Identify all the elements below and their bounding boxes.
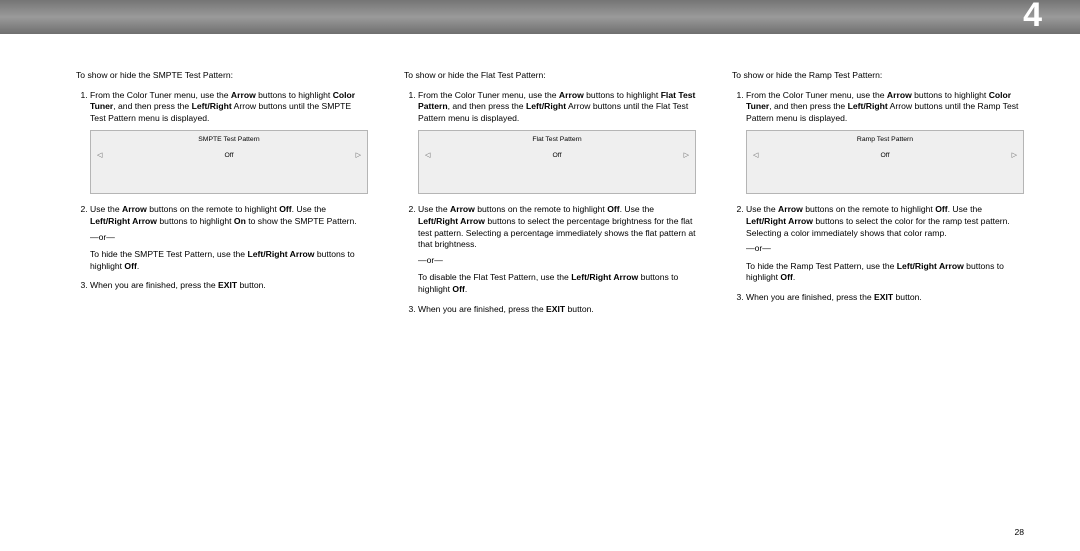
t: , and then press the bbox=[769, 101, 847, 111]
t: Off bbox=[780, 272, 792, 282]
alt-instruction: To hide the SMPTE Test Pattern, use the … bbox=[90, 249, 368, 272]
chevron-left-icon[interactable]: ◁ bbox=[425, 151, 430, 160]
header-bar: 4 bbox=[0, 0, 1080, 34]
t: button. bbox=[565, 304, 594, 314]
t: EXIT bbox=[874, 292, 893, 302]
t: Left/Right Arrow bbox=[247, 249, 314, 259]
intro-text: To show or hide the Ramp Test Pattern: bbox=[732, 70, 1024, 82]
step-2: Use the Arrow buttons on the remote to h… bbox=[418, 204, 696, 295]
chevron-left-icon[interactable]: ◁ bbox=[753, 151, 758, 160]
t: Off bbox=[279, 204, 291, 214]
chevron-left-icon[interactable]: ◁ bbox=[97, 151, 102, 160]
t: . Use the bbox=[948, 204, 982, 214]
step-3: When you are finished, press the EXIT bu… bbox=[418, 304, 696, 316]
t: From the Color Tuner menu, use the bbox=[418, 90, 559, 100]
t: buttons to highlight bbox=[157, 216, 234, 226]
step-2: Use the Arrow buttons on the remote to h… bbox=[746, 204, 1024, 284]
alt-instruction: To hide the Ramp Test Pattern, use the L… bbox=[746, 261, 1024, 284]
t: Arrow bbox=[778, 204, 803, 214]
chevron-right-icon[interactable]: ▷ bbox=[356, 151, 361, 160]
step-1: From the Color Tuner menu, use the Arrow… bbox=[746, 90, 1024, 195]
t: . Use the bbox=[620, 204, 654, 214]
or-separator: —or— bbox=[90, 232, 368, 244]
t: . bbox=[137, 261, 139, 271]
column-ramp: To show or hide the Ramp Test Pattern: F… bbox=[732, 70, 1024, 321]
t: Off bbox=[607, 204, 619, 214]
menu-title: Flat Test Pattern bbox=[532, 135, 581, 144]
t: Left/Right Arrow bbox=[897, 261, 964, 271]
menu-value: Off bbox=[553, 151, 562, 160]
step-2: Use the Arrow buttons on the remote to h… bbox=[90, 204, 368, 272]
t: button. bbox=[237, 280, 266, 290]
step-3: When you are finished, press the EXIT bu… bbox=[90, 280, 368, 292]
t: To disable the Flat Test Pattern, use th… bbox=[418, 272, 571, 282]
t: Off bbox=[124, 261, 136, 271]
step-1: From the Color Tuner menu, use the Arrow… bbox=[418, 90, 696, 195]
t: buttons on the remote to highlight bbox=[803, 204, 935, 214]
menu-preview-smpte: SMPTE Test Pattern ◁ ▷ Off bbox=[90, 130, 368, 194]
menu-title: SMPTE Test Pattern bbox=[198, 135, 259, 144]
t: , and then press the bbox=[113, 101, 191, 111]
page-number: 28 bbox=[1014, 527, 1024, 537]
t: , and then press the bbox=[448, 101, 526, 111]
t: Off bbox=[935, 204, 947, 214]
menu-value: Off bbox=[881, 151, 890, 160]
t: buttons to highlight bbox=[584, 90, 661, 100]
alt-instruction: To disable the Flat Test Pattern, use th… bbox=[418, 272, 696, 295]
t: When you are finished, press the bbox=[746, 292, 874, 302]
page-body: To show or hide the SMPTE Test Pattern: … bbox=[0, 34, 1080, 321]
t: . bbox=[465, 284, 467, 294]
chevron-right-icon[interactable]: ▷ bbox=[684, 151, 689, 160]
t: Off bbox=[452, 284, 464, 294]
section-number: 4 bbox=[1023, 0, 1042, 35]
t: Use the bbox=[90, 204, 122, 214]
t: . bbox=[793, 272, 795, 282]
t: EXIT bbox=[218, 280, 237, 290]
t: Arrow bbox=[559, 90, 584, 100]
intro-text: To show or hide the Flat Test Pattern: bbox=[404, 70, 696, 82]
column-flat: To show or hide the Flat Test Pattern: F… bbox=[404, 70, 696, 321]
chevron-right-icon[interactable]: ▷ bbox=[1012, 151, 1017, 160]
menu-preview-flat: Flat Test Pattern ◁ ▷ Off bbox=[418, 130, 696, 194]
t: Arrow bbox=[450, 204, 475, 214]
t: buttons on the remote to highlight bbox=[147, 204, 279, 214]
t: buttons on the remote to highlight bbox=[475, 204, 607, 214]
intro-text: To show or hide the SMPTE Test Pattern: bbox=[76, 70, 368, 82]
t: From the Color Tuner menu, use the bbox=[746, 90, 887, 100]
t: When you are finished, press the bbox=[418, 304, 546, 314]
column-smpte: To show or hide the SMPTE Test Pattern: … bbox=[76, 70, 368, 321]
t: When you are finished, press the bbox=[90, 280, 218, 290]
t: EXIT bbox=[546, 304, 565, 314]
t: . Use the bbox=[292, 204, 326, 214]
t: Left/Right bbox=[848, 101, 888, 111]
step-3: When you are finished, press the EXIT bu… bbox=[746, 292, 1024, 304]
menu-title: Ramp Test Pattern bbox=[857, 135, 913, 144]
t: Left/Right Arrow bbox=[571, 272, 638, 282]
t: To hide the SMPTE Test Pattern, use the bbox=[90, 249, 247, 259]
menu-value: Off bbox=[225, 151, 234, 160]
t: buttons to highlight bbox=[912, 90, 989, 100]
t: Left/Right bbox=[192, 101, 232, 111]
t: Arrow bbox=[122, 204, 147, 214]
t: Use the bbox=[418, 204, 450, 214]
t: Arrow bbox=[231, 90, 256, 100]
t: From the Color Tuner menu, use the bbox=[90, 90, 231, 100]
t: To hide the Ramp Test Pattern, use the bbox=[746, 261, 897, 271]
t: to show the SMPTE Pattern. bbox=[246, 216, 357, 226]
t: Left/Right Arrow bbox=[418, 216, 485, 226]
t: Left/Right Arrow bbox=[746, 216, 813, 226]
t: On bbox=[234, 216, 246, 226]
t: button. bbox=[893, 292, 922, 302]
t: buttons to highlight bbox=[256, 90, 333, 100]
or-separator: —or— bbox=[746, 243, 1024, 255]
step-1: From the Color Tuner menu, use the Arrow… bbox=[90, 90, 368, 195]
t: Arrow bbox=[887, 90, 912, 100]
t: Use the bbox=[746, 204, 778, 214]
menu-preview-ramp: Ramp Test Pattern ◁ ▷ Off bbox=[746, 130, 1024, 194]
t: Left/Right Arrow bbox=[90, 216, 157, 226]
or-separator: —or— bbox=[418, 255, 696, 267]
t: Left/Right bbox=[526, 101, 566, 111]
